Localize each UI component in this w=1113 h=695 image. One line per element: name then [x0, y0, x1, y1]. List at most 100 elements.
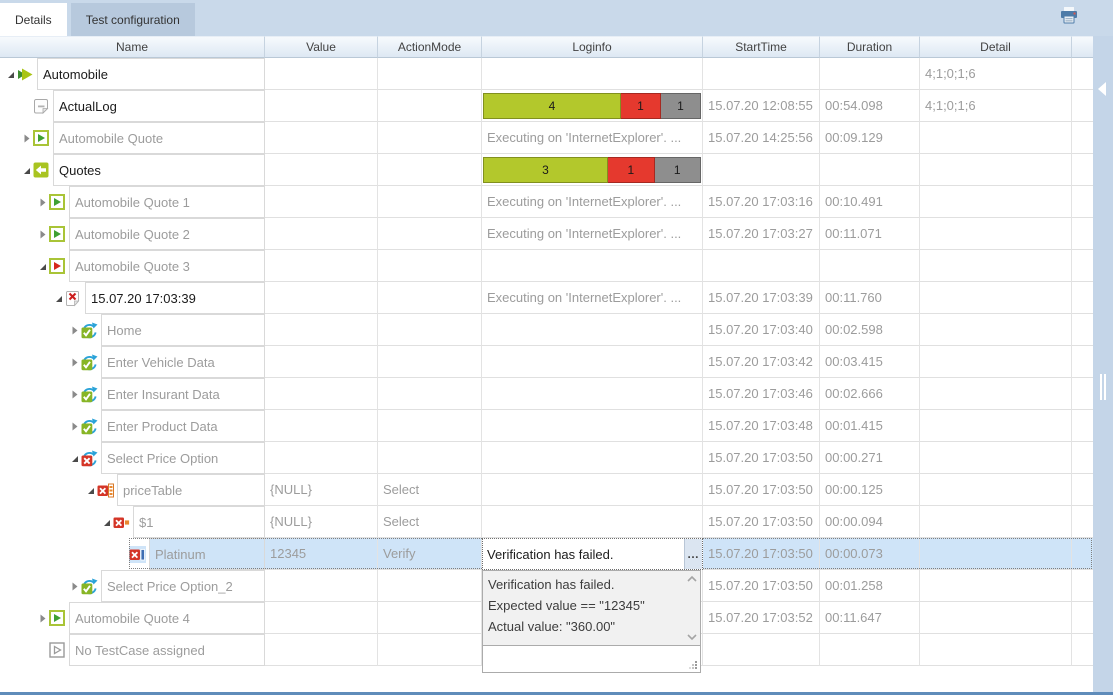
- name-box: priceTable: [117, 474, 265, 506]
- side-panel-splitter[interactable]: [1093, 36, 1113, 692]
- splitter-grip-icon[interactable]: [1100, 374, 1108, 405]
- expander-collapsed-icon[interactable]: [21, 133, 32, 144]
- tree-name-cell: Home: [0, 314, 265, 346]
- loginfo-text: Executing on 'InternetExplorer'. ...: [487, 290, 682, 305]
- expander-expanded-icon[interactable]: [5, 69, 16, 80]
- row-name-label: Enter Insurant Data: [107, 386, 220, 402]
- expander-collapsed-icon[interactable]: [69, 581, 80, 592]
- scroll-up-icon[interactable]: [687, 575, 697, 583]
- detail-cell: [920, 186, 1072, 218]
- name-box: 15.07.20 17:03:39: [85, 282, 265, 314]
- table-row[interactable]: priceTable {NULL} Select 15.07.20 17:03:50 0…: [0, 474, 1093, 506]
- expander-collapsed-icon[interactable]: [37, 613, 48, 624]
- log-failed-icon: [65, 290, 82, 307]
- table-row[interactable]: Automobile 4;1;0;1;6: [0, 58, 1093, 90]
- name-box: Platinum: [149, 538, 265, 570]
- testcase-pass-icon: [49, 610, 66, 627]
- filler-cell: [1072, 90, 1093, 122]
- tab-test-configuration[interactable]: Test configuration: [70, 3, 195, 36]
- table-row[interactable]: ActualLog 4 1 1 15.07.20 12:08:55 00:54.098 4;…: [0, 90, 1093, 122]
- row-name-label: Automobile Quote 1: [75, 194, 190, 210]
- expander-collapsed-icon[interactable]: [69, 389, 80, 400]
- duration-cell: 00:00.271: [820, 442, 920, 474]
- actionmode-cell: Select: [378, 506, 482, 538]
- duration-cell: 00:00.094: [820, 506, 920, 538]
- table-row[interactable]: $1 {NULL} Select 15.07.20 17:03:50 00:00.094: [0, 506, 1093, 538]
- loginfo-popup-textarea[interactable]: Verification has failed. Expected value …: [482, 570, 701, 646]
- expander-expanded-icon[interactable]: [85, 485, 96, 496]
- table-row[interactable]: Automobile Quote Executing on 'InternetEx…: [0, 122, 1093, 154]
- tree-name-cell: Automobile Quote: [0, 122, 265, 154]
- column-header-loginfo[interactable]: Loginfo: [482, 36, 703, 58]
- expander-collapsed-icon[interactable]: [69, 325, 80, 336]
- column-header-value[interactable]: Value: [265, 36, 378, 58]
- table-row[interactable]: Automobile Quote 3: [0, 250, 1093, 282]
- result-bar-failed: 1: [620, 92, 661, 119]
- expander-collapsed-icon[interactable]: [37, 197, 48, 208]
- duration-cell: 00:02.598: [820, 314, 920, 346]
- expander-collapsed-icon[interactable]: [69, 357, 80, 368]
- expander-collapsed-icon[interactable]: [69, 421, 80, 432]
- loginfo-cell: Executing on 'InternetExplorer'. ...: [482, 282, 703, 314]
- expander-expanded-icon[interactable]: [37, 261, 48, 272]
- loginfo-cell: [482, 506, 703, 538]
- actionmode-cell: [378, 634, 482, 666]
- filler-cell: [1072, 250, 1093, 282]
- actionmode-cell: [378, 346, 482, 378]
- column-header-detail[interactable]: Detail: [920, 36, 1072, 58]
- print-button[interactable]: [1057, 6, 1081, 30]
- actionmode-cell: [378, 154, 482, 186]
- loginfo-popup-footer: [482, 646, 701, 673]
- row-name-label: Select Price Option: [107, 450, 219, 466]
- expander-expanded-icon[interactable]: [53, 293, 64, 304]
- starttime-cell: 15.07.20 17:03:50: [703, 570, 820, 602]
- table-row[interactable]: Enter Product Data 15.07.20 17:03:48 00:01…: [0, 410, 1093, 442]
- tree-name-cell: Enter Insurant Data: [0, 378, 265, 410]
- duration-cell: 00:02.666: [820, 378, 920, 410]
- name-box: Select Price Option_2: [101, 570, 265, 602]
- loginfo-cell: Executing on 'InternetExplorer'. ...: [482, 122, 703, 154]
- table-row[interactable]: 15.07.20 17:03:39 Executing on 'InternetE…: [0, 282, 1093, 314]
- table-row[interactable]: Enter Insurant Data 15.07.20 17:03:46 00:0…: [0, 378, 1093, 410]
- loginfo-popup: Verification has failed. Expected value …: [482, 570, 701, 673]
- value-cell: [265, 122, 378, 154]
- table-row[interactable]: Automobile Quote 2 Executing on 'Internet…: [0, 218, 1093, 250]
- loginfo-cell: [482, 314, 703, 346]
- column-header-starttime[interactable]: StartTime: [703, 36, 820, 58]
- expander-collapsed-icon[interactable]: [37, 229, 48, 240]
- value-cell: [265, 634, 378, 666]
- filler-cell: [1072, 378, 1093, 410]
- scroll-down-icon[interactable]: [687, 633, 697, 641]
- column-header-name[interactable]: Name: [0, 36, 265, 58]
- resize-grip-icon[interactable]: [689, 661, 698, 670]
- table-row[interactable]: Select Price Option 15.07.20 17:03:50 00:0…: [0, 442, 1093, 474]
- loginfo-cell: 311: [482, 154, 703, 186]
- tree-name-cell: Automobile Quote 4: [0, 602, 265, 634]
- tab-details[interactable]: Details: [0, 3, 67, 36]
- duration-cell: [820, 154, 920, 186]
- loginfo-ellipsis-button[interactable]: …: [684, 539, 702, 569]
- starttime-cell: 15.07.20 17:03:50: [703, 506, 820, 538]
- table-row[interactable]: Enter Vehicle Data 15.07.20 17:03:42 00:03…: [0, 346, 1093, 378]
- expander-expanded-icon[interactable]: [69, 453, 80, 464]
- collapse-left-icon[interactable]: [1098, 82, 1106, 96]
- testcase-pass-icon: [49, 194, 66, 211]
- table-row[interactable]: Automobile Quote 1 Executing on 'Internet…: [0, 186, 1093, 218]
- column-header-duration[interactable]: Duration: [820, 36, 920, 58]
- duration-cell: [820, 634, 920, 666]
- loginfo-editor-cell[interactable]: Verification has failed. …: [482, 538, 703, 570]
- duration-cell: 00:11.760: [820, 282, 920, 314]
- filler-cell: [1072, 634, 1093, 666]
- table-row[interactable]: Home 15.07.20 17:03:40 00:02.598: [0, 314, 1093, 346]
- actionmode-cell: [378, 314, 482, 346]
- expander-expanded-icon[interactable]: [101, 517, 112, 528]
- name-box: Enter Insurant Data: [101, 378, 265, 410]
- testlist-run-icon: [17, 66, 34, 83]
- expander-expanded-icon[interactable]: [21, 165, 32, 176]
- starttime-cell: 15.07.20 17:03:48: [703, 410, 820, 442]
- loginfo-text: Executing on 'InternetExplorer'. ...: [487, 194, 682, 209]
- column-header-actionmode[interactable]: ActionMode: [378, 36, 482, 58]
- detail-cell: [920, 314, 1072, 346]
- loginfo-editor-text[interactable]: Verification has failed.: [483, 539, 684, 569]
- table-row[interactable]: Quotes 3 1 1: [0, 154, 1093, 186]
